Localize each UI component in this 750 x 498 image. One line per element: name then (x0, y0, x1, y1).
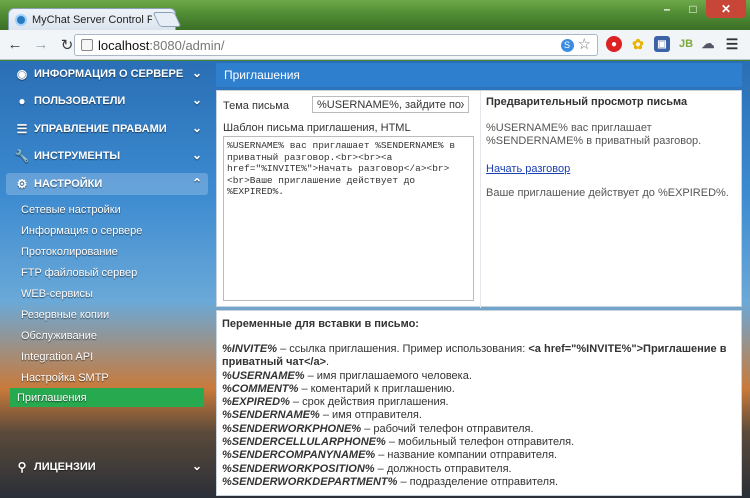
variables-title: Переменные для вставки в письмо: (222, 318, 419, 330)
sidebar-item-backups[interactable]: Резервные копии (14, 305, 206, 324)
key-icon: ⚲ (17, 460, 27, 474)
chevron-down-icon: ⌄ (191, 93, 202, 107)
sidebar-item-permissions[interactable]: ☰ УПРАВЛЕНИЕ ПРАВАМИ ⌄ (6, 118, 208, 140)
chevron-down-icon: ⌄ (191, 148, 202, 162)
variable-item: %SENDERWORKPOSITION% – должность отправи… (222, 462, 512, 475)
sidebar: ◉ ИНФОРМАЦИЯ О СЕРВЕРЕ ⌄ ● ПОЛЬЗОВАТЕЛИ … (0, 61, 214, 498)
sidebar-item-server-info[interactable]: ◉ ИНФОРМАЦИЯ О СЕРВЕРЕ ⌄ (6, 63, 208, 85)
browser-toolbar: ← → ↻ localhost:8080/admin/ S ☆ ● ✿ ▣ JB… (0, 30, 750, 60)
sidebar-item-web-services[interactable]: WEB-сервисы (14, 284, 206, 303)
preview-text-intro: %USERNAME% вас приглашает %SENDERNAME% в… (486, 122, 702, 147)
variable-invite: %INVITE% – ссылка приглашения. Пример ис… (222, 343, 727, 369)
bookmark-star-icon[interactable]: ☆ (578, 37, 591, 52)
template-label: Шаблон письма приглашения, HTML (223, 122, 411, 134)
subject-label: Тема письма (223, 100, 289, 112)
preview-title: Предварительный просмотр письма (486, 96, 688, 108)
sidebar-item-settings[interactable]: ⚙ НАСТРОЙКИ ⌃ (6, 173, 208, 195)
invitation-form: Тема письма Шаблон письма приглашения, H… (216, 90, 742, 308)
variable-item: %USERNAME% – имя приглашаемого человека. (222, 369, 472, 382)
admin-app: ◉ ИНФОРМАЦИЯ О СЕРВЕРЕ ⌄ ● ПОЛЬЗОВАТЕЛИ … (0, 61, 750, 498)
sidebar-item-smtp[interactable]: Настройка SMTP (14, 368, 206, 387)
gears-icon: ⚙ (16, 177, 28, 191)
variables-list: %INVITE% – ссылка приглашения. Пример ис… (222, 343, 736, 489)
sidebar-item-ftp[interactable]: FTP файловый сервер (14, 263, 206, 282)
forward-icon[interactable]: → (30, 34, 52, 56)
paw-extension-icon[interactable]: ✿ (630, 36, 646, 52)
list-icon: ☰ (16, 122, 28, 136)
sidebar-item-users[interactable]: ● ПОЛЬЗОВАТЕЛИ ⌄ (6, 90, 208, 112)
maximize-button[interactable]: □ (680, 0, 706, 18)
preview-text-expiry: Ваше приглашение действует до %EXPIRED%. (486, 187, 729, 199)
sidebar-item-server-information[interactable]: Информация о сервере (14, 221, 206, 240)
sidebar-item-maintenance[interactable]: Обслуживание (14, 326, 206, 345)
variable-item: %SENDERWORKPHONE% – рабочий телефон отпр… (222, 422, 534, 435)
sidebar-item-network[interactable]: Сетевые настройки (14, 200, 206, 219)
variable-item: %SENDERCELLULARPHONE% – мобильный телефо… (222, 436, 575, 449)
preview-link[interactable]: Начать разговор (486, 163, 570, 175)
variable-item: %COMMENT% – коментарий к приглашению. (222, 382, 455, 395)
variables-panel: Переменные для вставки в письмо: %INVITE… (216, 310, 742, 496)
tab-title: MyChat Server Control Pa (32, 13, 152, 26)
adblock-extension-icon[interactable]: ● (606, 36, 622, 52)
users-icon: ● (18, 94, 26, 108)
chevron-down-icon: ⌄ (191, 121, 202, 135)
chevron-up-icon: ⌃ (191, 176, 202, 190)
variable-item: %SENDERWORKDEPARTMENT% – подразделение о… (222, 475, 559, 488)
browser-tab[interactable]: MyChat Server Control Pa × (8, 8, 176, 30)
mychat-favicon-icon (15, 13, 27, 26)
page-title: Приглашения (216, 63, 742, 87)
address-bar[interactable]: localhost:8080/admin/ S ☆ (74, 34, 598, 56)
url-text[interactable]: localhost:8080/admin/ (98, 38, 224, 53)
browser-titlebar: MyChat Server Control Pa × – □ ✕ (0, 0, 750, 30)
cloud-extension-icon[interactable]: ☁ (700, 36, 716, 52)
back-icon[interactable]: ← (4, 34, 26, 56)
sidebar-item-invitations[interactable]: Приглашения (10, 388, 204, 407)
sidebar-item-tools[interactable]: 🔧 ИНСТРУМЕНТЫ ⌄ (6, 145, 208, 167)
chevron-down-icon: ⌄ (191, 66, 202, 80)
sidebar-item-integration-api[interactable]: Integration API (14, 347, 206, 366)
variable-item: %EXPIRED% – срок действия приглашения. (222, 396, 449, 409)
variable-item: %SENDERNAME% – имя отправителя. (222, 409, 422, 422)
close-window-button[interactable]: ✕ (706, 0, 746, 18)
variable-item: %SENDERCOMPANYNAME% – название компании … (222, 449, 558, 462)
sidebar-item-licenses[interactable]: ⚲ ЛИЦЕНЗИИ ⌄ (6, 456, 208, 478)
jb-extension-icon[interactable]: JB (678, 36, 694, 52)
wrench-icon: 🔧 (14, 149, 30, 163)
divider (480, 91, 481, 308)
image-extension-icon[interactable]: ▣ (654, 36, 670, 52)
minimize-button[interactable]: – (654, 0, 680, 18)
chevron-down-icon: ⌄ (191, 459, 202, 473)
globe-icon: ◉ (16, 67, 28, 81)
template-textarea[interactable]: %USERNAME% вас приглашает %SENDERNAME% в… (223, 136, 474, 301)
sidebar-item-logging[interactable]: Протоколирование (14, 242, 206, 261)
window-controls: – □ ✕ (654, 0, 746, 18)
menu-icon[interactable]: ☰ (724, 36, 740, 52)
page-icon (81, 39, 93, 51)
translate-icon[interactable]: S (560, 38, 574, 52)
subject-input[interactable] (312, 96, 469, 113)
